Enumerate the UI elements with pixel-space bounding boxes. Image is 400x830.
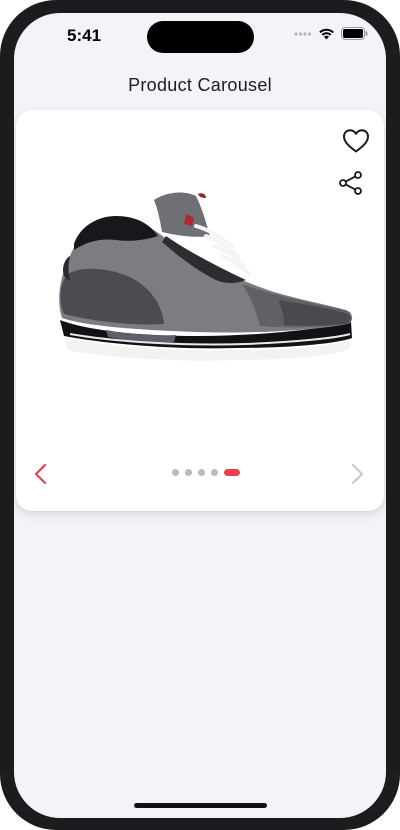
pagination-dot-5-active[interactable] bbox=[224, 469, 240, 476]
pagination-dot-4[interactable] bbox=[211, 469, 218, 476]
pagination-dot-3[interactable] bbox=[198, 469, 205, 476]
battery-icon bbox=[341, 27, 368, 40]
status-icons bbox=[294, 27, 368, 40]
pagination-dot-1[interactable] bbox=[172, 469, 179, 476]
device-frame: 5:41 Product Carousel bbox=[0, 0, 400, 830]
cellular-signal-icon bbox=[294, 31, 312, 36]
heart-outline-icon bbox=[343, 129, 369, 153]
product-image bbox=[59, 192, 353, 361]
favorite-button[interactable] bbox=[342, 128, 370, 154]
next-slide-button[interactable] bbox=[346, 462, 368, 486]
product-carousel-card bbox=[16, 110, 384, 511]
dynamic-island bbox=[147, 21, 254, 53]
chevron-right-icon bbox=[352, 464, 363, 484]
pagination-dot-2[interactable] bbox=[185, 469, 192, 476]
page-title: Product Carousel bbox=[128, 75, 272, 95]
status-time: 5:41 bbox=[67, 26, 102, 45]
app-screen: 5:41 Product Carousel bbox=[14, 13, 386, 818]
home-indicator bbox=[134, 803, 267, 808]
status-bar: 5:41 bbox=[14, 13, 386, 63]
wifi-icon bbox=[319, 28, 334, 40]
pagination-dots bbox=[16, 469, 384, 476]
